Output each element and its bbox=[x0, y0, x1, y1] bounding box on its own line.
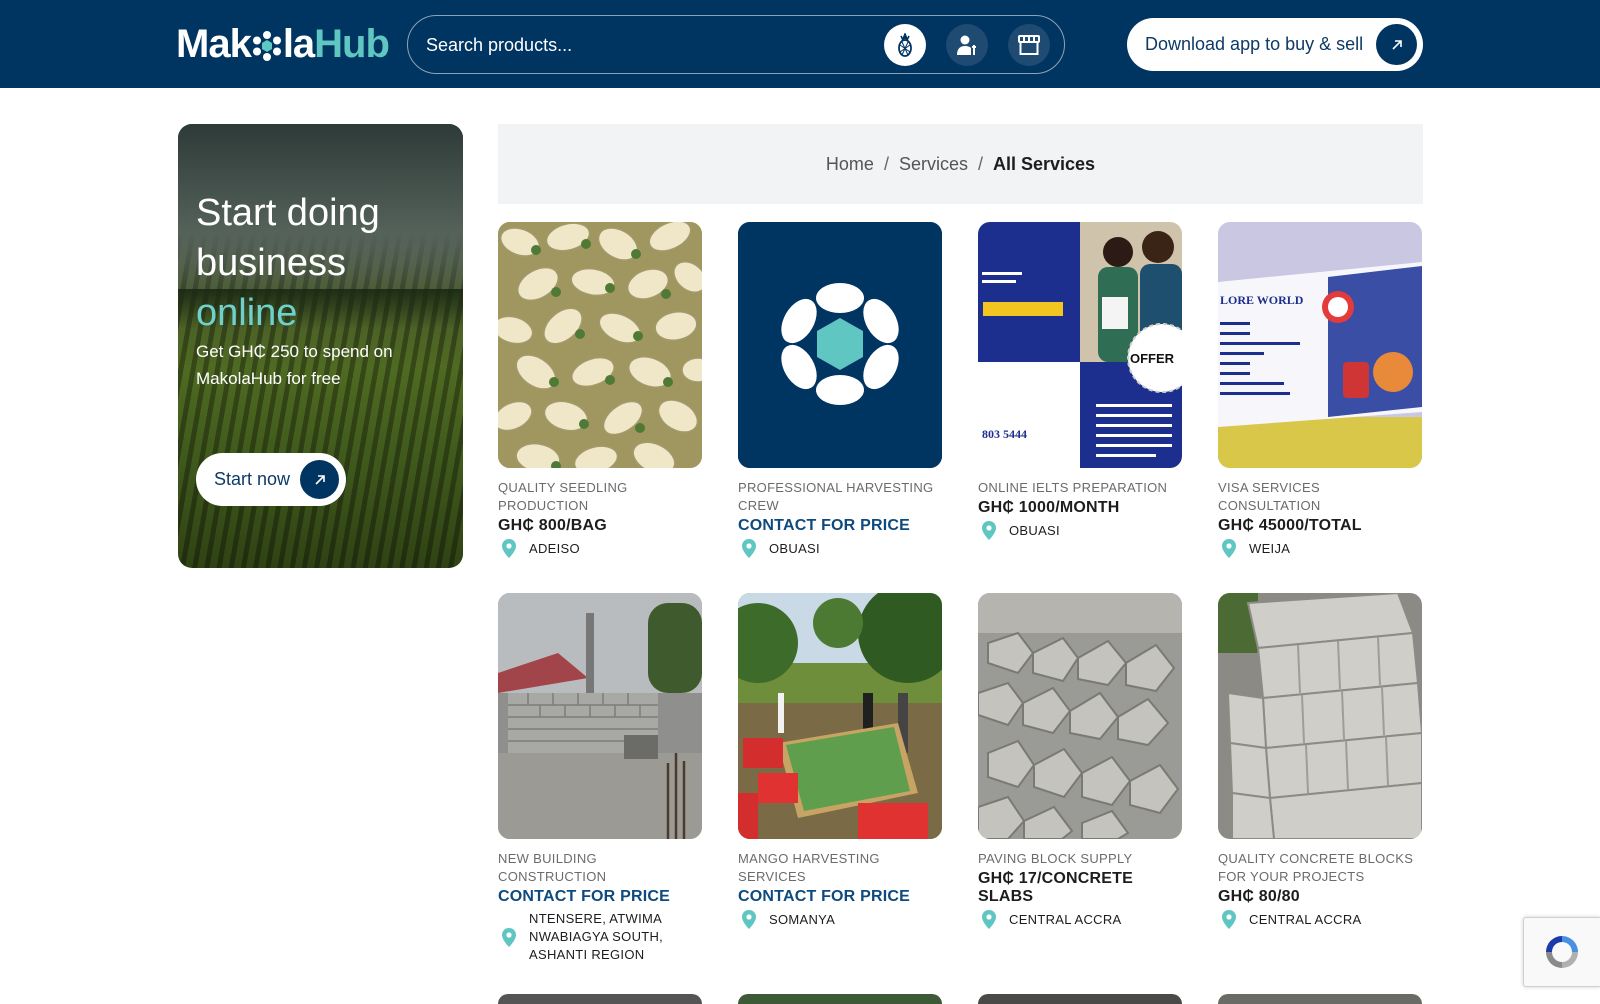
promo-title: Start doing business online bbox=[196, 188, 456, 338]
listing-image-makolahub-logo[interactable] bbox=[738, 222, 942, 468]
pineapple-icon bbox=[898, 33, 912, 57]
breadcrumb: Home / Services / All Services bbox=[498, 124, 1423, 204]
arrow-up-right-icon bbox=[1376, 24, 1417, 65]
breadcrumb-separator: / bbox=[883, 153, 889, 174]
listing-location: SOMANYA bbox=[738, 910, 942, 929]
location-pin-icon bbox=[1222, 910, 1244, 929]
listing-location: OBUASI bbox=[738, 539, 942, 558]
logo-hex-mark-icon bbox=[252, 31, 281, 61]
ielts-offer-text: OFFER bbox=[1130, 351, 1175, 366]
listing-card[interactable]: LORE WORLD VISA SERVICES CONSULTATION GH… bbox=[1218, 222, 1422, 558]
listing-name[interactable]: VISA SERVICES CONSULTATION bbox=[1218, 479, 1422, 515]
listing-location: CENTRAL ACCRA bbox=[1218, 910, 1422, 929]
start-now-button[interactable]: Start now bbox=[196, 453, 346, 506]
listing-card[interactable]: QUALITY SEEDLING PRODUCTION GH₵ 800/BAG … bbox=[498, 222, 702, 558]
listing-card[interactable]: QUALITY CONCRETE BLOCKS FOR YOUR PROJECT… bbox=[1218, 593, 1422, 929]
top-navbar: Mak la Hub Search products... Download a… bbox=[0, 0, 1600, 88]
listing-location: WEIJA bbox=[1218, 539, 1422, 558]
logo-text-hub: Hub bbox=[314, 21, 390, 66]
breadcrumb-home[interactable]: Home bbox=[826, 154, 874, 175]
listing-card-peek[interactable] bbox=[498, 994, 702, 1004]
download-app-button[interactable]: Download app to buy & sell bbox=[1127, 18, 1423, 71]
search-input[interactable] bbox=[426, 30, 866, 60]
listing-image-construction-site[interactable] bbox=[498, 593, 702, 839]
listing-image-ielts-flyer[interactable]: OFFER 803 5444 bbox=[978, 222, 1182, 468]
store-button[interactable] bbox=[1008, 24, 1050, 66]
location-pin-icon bbox=[742, 539, 764, 558]
listing-name[interactable]: QUALITY CONCRETE BLOCKS FOR YOUR PROJECT… bbox=[1218, 850, 1422, 886]
listing-image-mango-harvest[interactable] bbox=[738, 593, 942, 839]
listing-location: CENTRAL ACCRA bbox=[978, 910, 1182, 929]
breadcrumb-separator: / bbox=[977, 153, 983, 174]
listing-card-peek[interactable] bbox=[1218, 994, 1422, 1004]
location-text: WEIJA bbox=[1249, 540, 1291, 556]
breadcrumb-services[interactable]: Services bbox=[899, 154, 968, 175]
listing-location: OBUASI bbox=[978, 521, 1182, 540]
pineapple-category-button[interactable] bbox=[884, 24, 926, 66]
listing-location: NTENSERE, ATWIMA NWABIAGYA SOUTH, ASHANT… bbox=[498, 910, 702, 964]
listing-price-contact[interactable]: CONTACT FOR PRICE bbox=[498, 888, 702, 906]
recaptcha-icon bbox=[1546, 936, 1578, 968]
listing-image-paving-blocks[interactable] bbox=[978, 593, 1182, 839]
location-text: ADEISO bbox=[529, 540, 580, 556]
makolahub-logo[interactable]: Mak la Hub bbox=[176, 21, 390, 66]
promo-subtitle: Get GH₵ 250 to spend on MakolaHub for fr… bbox=[196, 342, 393, 388]
listing-name[interactable]: MANGO HARVESTING SERVICES bbox=[738, 850, 942, 886]
location-text: OBUASI bbox=[769, 540, 820, 556]
listing-price: GH₵ 80/80 bbox=[1218, 888, 1300, 905]
location-text: CENTRAL ACCRA bbox=[1009, 911, 1122, 927]
listing-name[interactable]: NEW BUILDING CONSTRUCTION bbox=[498, 850, 702, 886]
location-pin-icon bbox=[502, 539, 524, 558]
visa-sign-text: LORE WORLD bbox=[1220, 293, 1304, 307]
ielts-phone-text: 803 5444 bbox=[982, 427, 1027, 441]
promo-title-line: Start doing business bbox=[196, 192, 380, 284]
listing-price-contact[interactable]: CONTACT FOR PRICE bbox=[738, 517, 942, 535]
logo-text-mak: Mak bbox=[176, 21, 252, 66]
location-pin-icon bbox=[502, 927, 524, 947]
listing-card[interactable]: PAVING BLOCK SUPPLY GH₵ 17/CONCRETE SLAB… bbox=[978, 593, 1182, 929]
location-pin-icon bbox=[1222, 539, 1244, 558]
arrow-up-right-icon bbox=[300, 460, 339, 499]
listing-name[interactable]: PROFESSIONAL HARVESTING CREW bbox=[738, 479, 942, 515]
listing-price-contact[interactable]: CONTACT FOR PRICE bbox=[738, 888, 942, 906]
promo-banner: Start doing business online Get GH₵ 250 … bbox=[178, 124, 463, 568]
listing-card[interactable]: NEW BUILDING CONSTRUCTION CONTACT FOR PR… bbox=[498, 593, 702, 964]
listing-card[interactable]: MANGO HARVESTING SERVICES CONTACT FOR PR… bbox=[738, 593, 942, 929]
location-text: CENTRAL ACCRA bbox=[1249, 911, 1362, 927]
listing-price: GH₵ 800/BAG bbox=[498, 517, 607, 534]
logo-text-la: la bbox=[282, 21, 315, 66]
start-now-label: Start now bbox=[214, 469, 291, 489]
listing-name[interactable]: QUALITY SEEDLING PRODUCTION bbox=[498, 479, 702, 515]
listing-card[interactable]: OFFER 803 5444 ONLINE IELTS PREPARATION … bbox=[978, 222, 1182, 540]
download-app-label: Download app to buy & sell bbox=[1145, 34, 1364, 54]
listing-price: GH₵ 1000/MONTH bbox=[978, 499, 1120, 516]
store-icon bbox=[1018, 35, 1040, 55]
listing-name[interactable]: ONLINE IELTS PREPARATION bbox=[978, 479, 1182, 497]
user-icon bbox=[957, 35, 976, 55]
search-bar bbox=[407, 15, 1065, 74]
listing-card[interactable]: PROFESSIONAL HARVESTING CREW CONTACT FOR… bbox=[738, 222, 942, 558]
listing-image-eggplants[interactable] bbox=[498, 222, 702, 468]
listing-card-peek[interactable] bbox=[738, 994, 942, 1004]
location-pin-icon bbox=[982, 910, 1004, 929]
location-text: OBUASI bbox=[1009, 522, 1060, 538]
listing-image-visa-banner[interactable]: LORE WORLD bbox=[1218, 222, 1422, 468]
recaptcha-badge[interactable] bbox=[1523, 917, 1600, 987]
breadcrumb-current: All Services bbox=[993, 153, 1096, 174]
location-text: NTENSERE, ATWIMA NWABIAGYA SOUTH, ASHANT… bbox=[529, 911, 664, 962]
listing-image-concrete-blocks[interactable] bbox=[1218, 593, 1422, 839]
listing-location: ADEISO bbox=[498, 539, 702, 558]
listing-price: GH₵ 17/CONCRETE SLABS bbox=[978, 870, 1134, 905]
listing-card-peek[interactable] bbox=[978, 994, 1182, 1004]
location-pin-icon bbox=[742, 910, 764, 929]
location-text: SOMANYA bbox=[769, 911, 836, 927]
listing-name[interactable]: PAVING BLOCK SUPPLY bbox=[978, 850, 1182, 868]
promo-title-accent: online bbox=[196, 292, 298, 334]
account-button[interactable] bbox=[946, 24, 988, 66]
location-pin-icon bbox=[982, 521, 1004, 540]
listing-price: GH₵ 45000/TOTAL bbox=[1218, 517, 1362, 534]
